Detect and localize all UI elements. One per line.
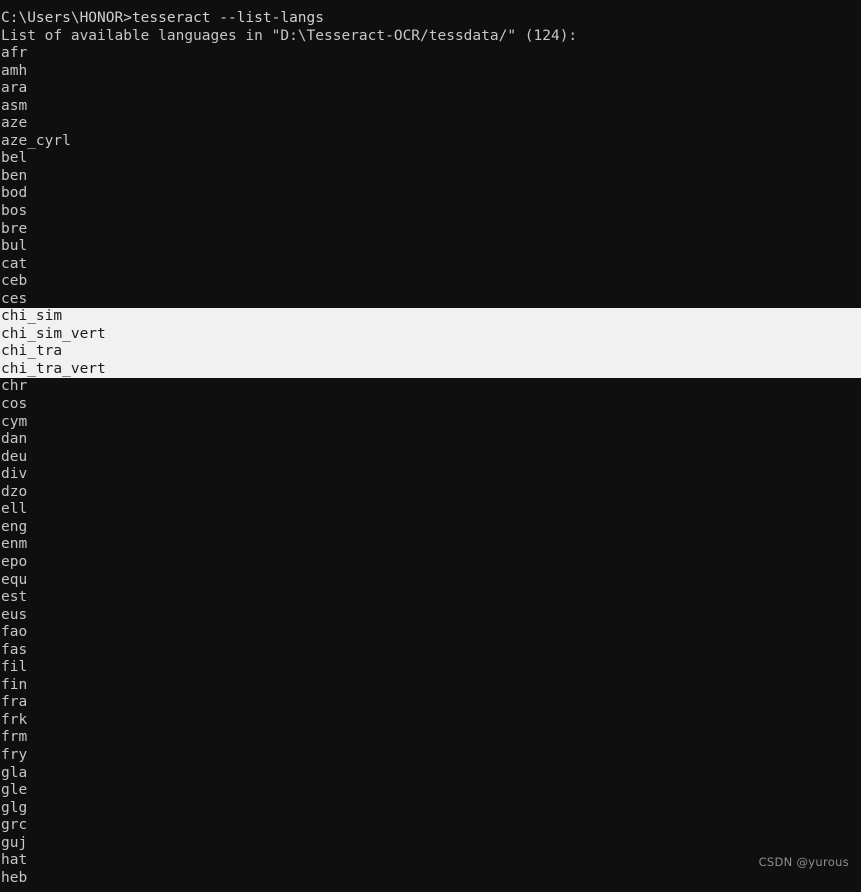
language-item[interactable]: fry [0,747,861,765]
language-item[interactable]: heb [0,870,861,888]
language-item[interactable]: hat [0,852,861,870]
language-item[interactable]: fra [0,694,861,712]
language-item[interactable]: bel [0,150,861,168]
language-item[interactable]: ceb [0,273,861,291]
language-item[interactable]: cat [0,256,861,274]
language-item[interactable]: amh [0,63,861,81]
language-item[interactable]: aze [0,115,861,133]
language-item[interactable]: cos [0,396,861,414]
language-item[interactable]: epo [0,554,861,572]
language-item[interactable]: frk [0,712,861,730]
language-item[interactable]: chr [0,378,861,396]
language-item[interactable]: asm [0,98,861,116]
language-item[interactable]: guj [0,835,861,853]
language-item[interactable]: chi_tra [0,343,861,361]
language-item[interactable]: equ [0,572,861,590]
language-item[interactable]: eng [0,519,861,537]
terminal-output-area[interactable]: C:\Users\HONOR>tesseract --list-langs Li… [0,10,861,887]
language-item[interactable]: est [0,589,861,607]
language-item[interactable]: afr [0,45,861,63]
language-item[interactable]: bre [0,221,861,239]
language-item[interactable]: chi_sim [0,308,861,326]
language-item[interactable]: glg [0,800,861,818]
language-item[interactable]: dzo [0,484,861,502]
terminal-window[interactable]: C:\Users\HONOR>tesseract --list-langs Li… [0,0,861,892]
language-item[interactable]: gle [0,782,861,800]
language-item[interactable]: ell [0,501,861,519]
language-item[interactable]: frm [0,729,861,747]
language-item[interactable]: fao [0,624,861,642]
language-item[interactable]: grc [0,817,861,835]
language-item[interactable]: ara [0,80,861,98]
language-item[interactable]: chi_tra_vert [0,360,861,379]
language-item[interactable]: bul [0,238,861,256]
language-item[interactable]: fas [0,642,861,660]
language-item[interactable]: gla [0,765,861,783]
output-header-line: List of available languages in "D:\Tesse… [1,27,578,44]
language-item[interactable]: bos [0,203,861,221]
language-item[interactable]: aze_cyrl [0,133,861,151]
language-item[interactable]: div [0,466,861,484]
command-prompt-line: C:\Users\HONOR>tesseract --list-langs [1,10,325,26]
language-item[interactable]: dan [0,431,861,449]
language-item[interactable]: fin [0,677,861,695]
language-item[interactable]: fil [0,659,861,677]
language-list[interactable]: afr amh ara asm aze aze_cyrl bel ben bod bos bre bu… [0,45,861,887]
language-item[interactable]: bod [0,185,861,203]
language-item[interactable]: chi_sim_vert [0,325,861,344]
language-item[interactable]: enm [0,536,861,554]
language-item[interactable]: ben [0,168,861,186]
language-item[interactable]: deu [0,449,861,467]
language-item[interactable]: eus [0,607,861,625]
language-item[interactable]: cym [0,414,861,432]
language-item[interactable]: ces [0,291,861,309]
